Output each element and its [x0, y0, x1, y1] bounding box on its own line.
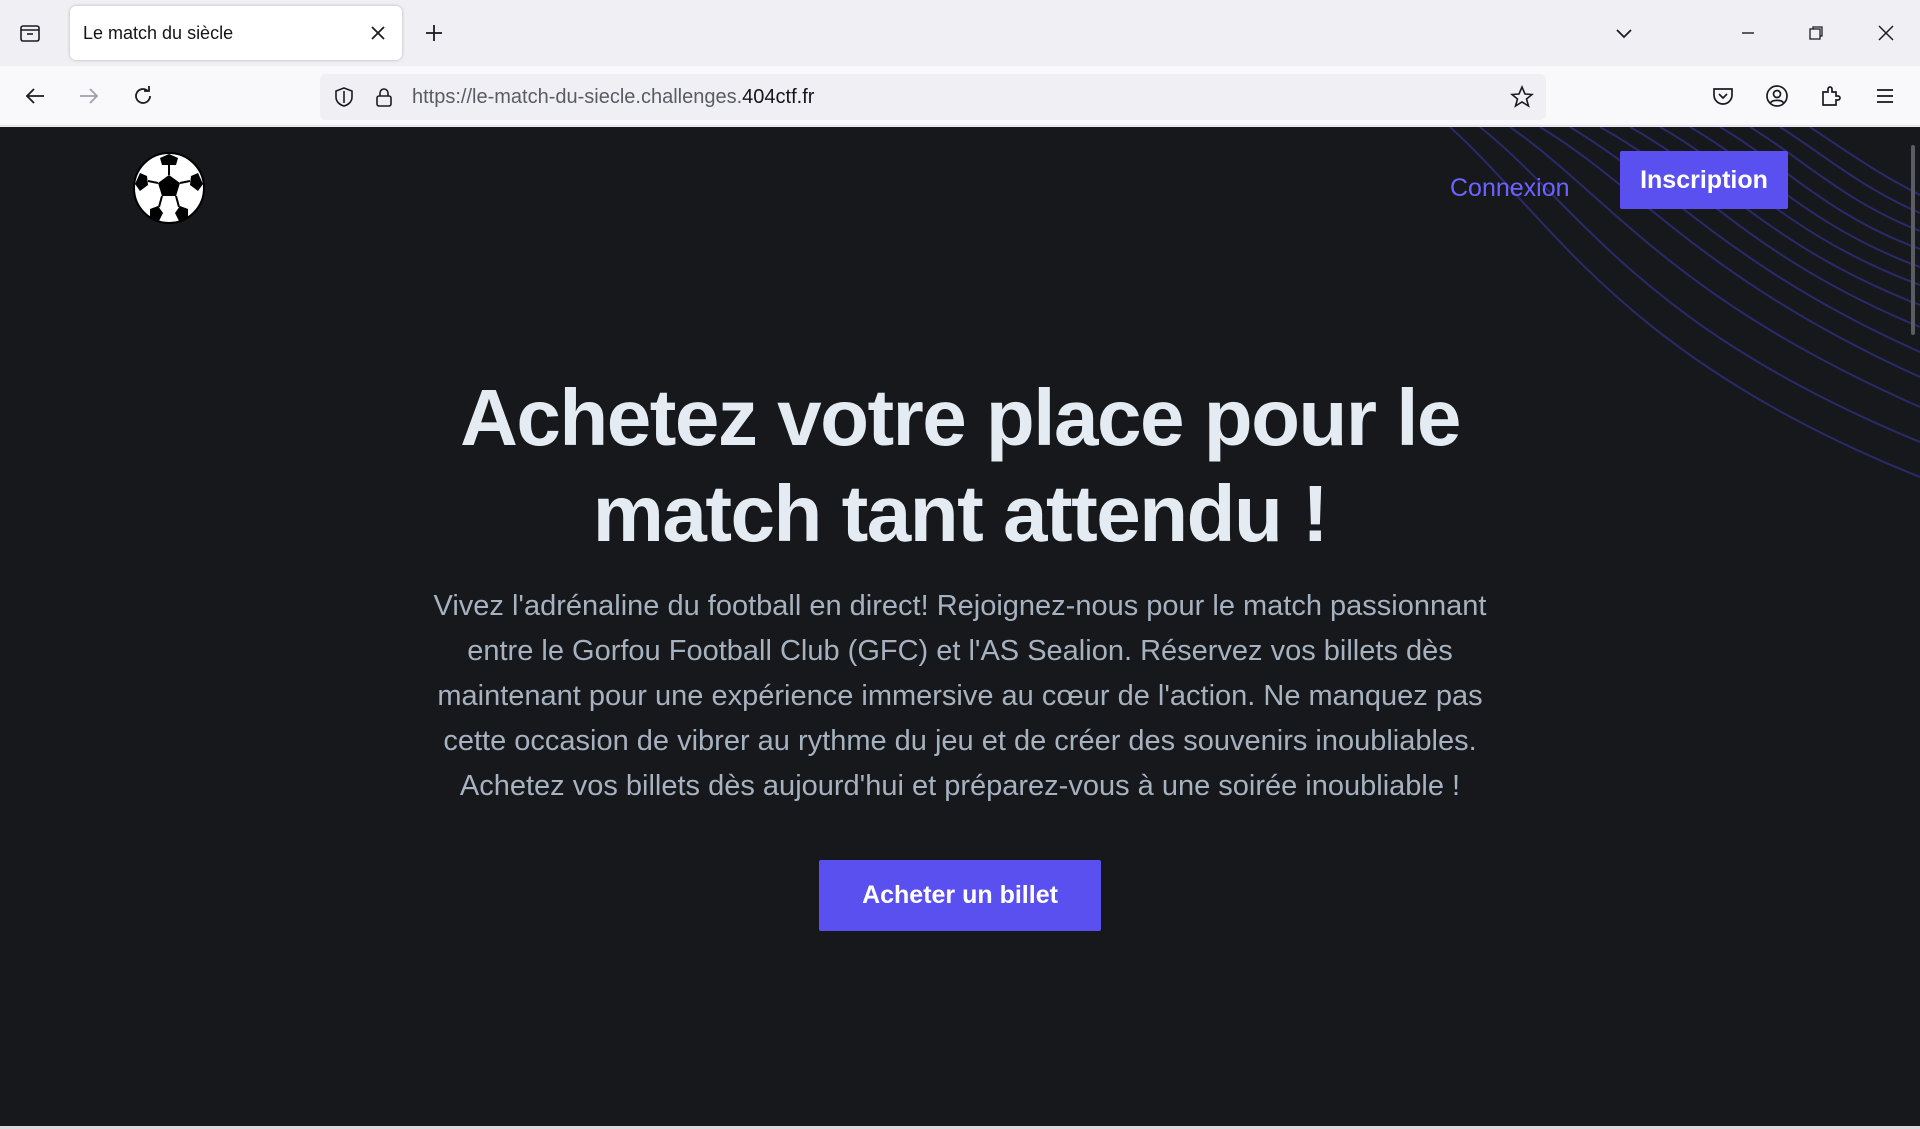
hero-text-line: Vivez l'adrénaline du football en direct… [433, 590, 1487, 622]
hero-text-line: Achetez vos billets dès aujourd'hui et p… [459, 770, 1461, 802]
back-icon[interactable] [14, 75, 56, 117]
hero-text-line: maintenant pour une expérience immersive… [437, 680, 1483, 712]
lock-icon[interactable] [368, 81, 400, 113]
forward-icon [68, 75, 110, 117]
url-bar[interactable]: https://le-match-du-siecle.challenges.40… [320, 74, 1546, 120]
hero-text-line: entre le Gorfou Football Club (GFC) et l… [467, 635, 1453, 667]
star-icon[interactable] [1506, 81, 1538, 113]
shield-icon[interactable] [328, 81, 360, 113]
soccer-ball-icon[interactable] [132, 151, 206, 225]
web-page: Connexion Inscription Achetez votre plac… [0, 127, 1920, 1127]
menu-icon[interactable] [1864, 75, 1906, 117]
tab-bar: Le match du siècle [0, 0, 1920, 66]
minimize-icon[interactable] [1730, 15, 1766, 51]
signup-button[interactable]: Inscription [1620, 151, 1788, 209]
extensions-icon[interactable] [1810, 75, 1852, 117]
chevron-down-icon[interactable] [1606, 15, 1642, 51]
reload-icon[interactable] [122, 75, 164, 117]
restore-icon[interactable] [1798, 15, 1834, 51]
buy-ticket-button[interactable]: Acheter un billet [819, 860, 1101, 931]
url-prefix: https://le-match-du-siecle.challenges. [412, 86, 743, 108]
hero-title-line: Achetez votre place pour le [460, 373, 1461, 462]
tab-overview-icon[interactable] [12, 15, 48, 51]
account-icon[interactable] [1756, 75, 1798, 117]
hero-title: Achetez votre place pour le match tant a… [360, 370, 1560, 562]
navigation-toolbar: https://le-match-du-siecle.challenges.40… [0, 66, 1920, 126]
hero-text-line: cette occasion de vibrer au rythme du je… [443, 725, 1477, 757]
hero-description: Vivez l'adrénaline du football en direct… [370, 584, 1550, 809]
url-domain: 404ctf.fr [742, 86, 815, 108]
window-close-icon[interactable] [1868, 15, 1904, 51]
scrollbar[interactable] [1911, 145, 1915, 335]
new-tab-icon[interactable] [416, 15, 452, 51]
active-tab[interactable]: Le match du siècle [70, 6, 402, 60]
close-icon[interactable] [360, 15, 396, 51]
hero-title-line: match tant attendu ! [592, 469, 1329, 558]
pocket-icon[interactable] [1702, 75, 1744, 117]
url-text[interactable]: https://le-match-du-siecle.challenges.40… [412, 86, 814, 109]
login-link[interactable]: Connexion [1450, 174, 1570, 203]
tab-title: Le match du siècle [83, 22, 234, 43]
